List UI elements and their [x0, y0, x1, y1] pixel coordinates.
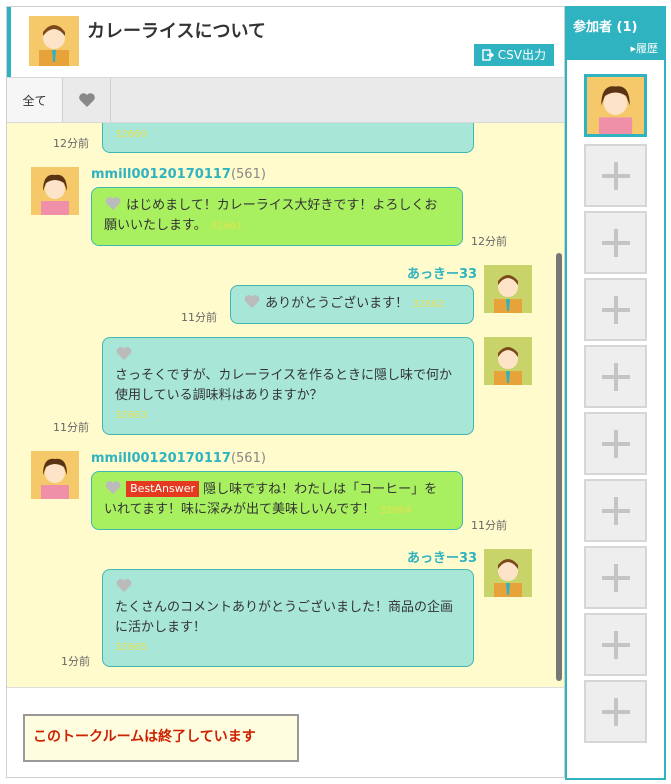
room-footer: このトークルームは終了しています	[7, 687, 564, 777]
participant-avatar	[587, 77, 644, 134]
message-time: 12分前	[471, 235, 507, 248]
message-number: 32661	[210, 221, 243, 232]
message-username: mmill00120170117(561)	[91, 451, 266, 466]
message-number: 32663	[115, 410, 147, 421]
user-avatar	[484, 337, 532, 385]
room-header: カレーライスについて CSV出力	[7, 7, 564, 77]
empty-participant-slot[interactable]	[584, 211, 647, 274]
message-bubble: 32660	[102, 123, 474, 153]
message-text: たくさんのコメントありがとうございました！商品の企画に活かします！	[115, 600, 454, 635]
empty-participant-slot[interactable]	[584, 479, 647, 542]
like-heart-icon[interactable]	[243, 294, 261, 309]
room-ended-notice: このトークルームは終了しています	[23, 714, 299, 762]
best-answer-badge: BestAnswer	[126, 481, 200, 497]
message-time: 11分前	[471, 519, 507, 532]
message-bubble: さっそくですが、カレーライスを作るときに隠し味で何か使用している調味料はあります…	[102, 337, 474, 435]
app-root: カレーライスについて CSV出力 全て 32660 12分前 mmill0012…	[0, 0, 671, 784]
export-icon	[482, 49, 494, 61]
participant-slot[interactable]	[584, 74, 647, 137]
add-icon	[601, 295, 630, 324]
add-icon	[601, 228, 630, 257]
username-text: あっきー33	[407, 267, 478, 282]
message-number: 32662	[412, 299, 445, 310]
csv-export-label: CSV出力	[497, 48, 546, 62]
add-icon	[601, 697, 630, 726]
add-icon	[601, 496, 630, 525]
user-avatar	[31, 167, 79, 215]
add-icon	[601, 362, 630, 391]
tab-all[interactable]: 全て	[7, 78, 63, 122]
csv-export-button[interactable]: CSV出力	[473, 44, 554, 66]
add-icon	[601, 630, 630, 659]
user-avatar	[31, 451, 79, 499]
like-heart-icon[interactable]	[115, 578, 133, 593]
empty-participant-slot[interactable]	[584, 278, 647, 341]
username-text: mmill00120170117	[91, 167, 231, 182]
filter-tabs: 全て	[7, 77, 564, 123]
message-text: ありがとうございます！	[265, 296, 409, 311]
username-text: あっきー33	[407, 551, 478, 566]
message-time: 11分前	[181, 311, 217, 324]
message-bubble: ありがとうございます！ 32662	[230, 285, 474, 324]
user-count: (561)	[230, 167, 266, 182]
message-username: あっきー33	[407, 263, 477, 282]
empty-participant-slot[interactable]	[584, 412, 647, 475]
host-avatar	[29, 16, 79, 66]
add-icon	[601, 161, 630, 190]
tab-all-label: 全て	[22, 93, 47, 108]
message-username: mmill00120170117(561)	[91, 167, 266, 182]
empty-participant-slot[interactable]	[584, 345, 647, 408]
message-time: 11分前	[53, 421, 89, 434]
like-heart-icon[interactable]	[104, 480, 122, 495]
chat-scrollbar[interactable]	[556, 253, 562, 681]
talk-room-panel: カレーライスについて CSV出力 全て 32660 12分前 mmill0012…	[6, 6, 565, 778]
heart-icon	[78, 93, 95, 107]
empty-participant-slot[interactable]	[584, 680, 647, 743]
message-number: 32665	[115, 642, 147, 653]
like-heart-icon[interactable]	[115, 346, 133, 361]
user-avatar	[484, 549, 532, 597]
empty-participant-slot[interactable]	[584, 144, 647, 207]
message-bubble: たくさんのコメントありがとうございました！商品の企画に活かします！ 32665	[102, 569, 474, 667]
like-heart-icon[interactable]	[104, 196, 122, 211]
message-time: 12分前	[53, 137, 89, 150]
message-time: 1分前	[61, 655, 90, 668]
room-title: カレーライスについて	[87, 21, 266, 42]
message-list: 32660 12分前 mmill00120170117(561) はじめまして！…	[7, 123, 564, 687]
message-bubble: BestAnswer 隠し味ですね！わたしは「コーヒー」をいれてます！味に深みが…	[91, 471, 463, 530]
message-username: あっきー33	[407, 547, 477, 566]
history-link[interactable]: ▸履歴	[630, 40, 658, 56]
participants-title: 参加者 (1)	[573, 20, 638, 35]
tab-favorites[interactable]	[63, 78, 111, 122]
participants-header: 参加者 (1) ▸履歴	[567, 8, 664, 60]
add-icon	[601, 429, 630, 458]
empty-participant-slot[interactable]	[584, 546, 647, 609]
username-text: mmill00120170117	[91, 451, 231, 466]
add-icon	[601, 563, 630, 592]
message-text: はじめまして！カレーライス大好きです！よろしくお願いいたします。	[104, 198, 438, 233]
message-text: さっそくですが、カレーライスを作るときに隠し味で何か使用している調味料はあります…	[115, 368, 452, 403]
message-bubble: はじめまして！カレーライス大好きです！よろしくお願いいたします。 32661	[91, 187, 463, 246]
user-avatar	[484, 265, 532, 313]
participants-sidebar: 参加者 (1) ▸履歴	[565, 6, 666, 780]
message-number: 32664	[379, 505, 412, 516]
empty-participant-slot[interactable]	[584, 613, 647, 676]
message-number: 32660	[115, 129, 147, 140]
user-count: (561)	[230, 451, 266, 466]
